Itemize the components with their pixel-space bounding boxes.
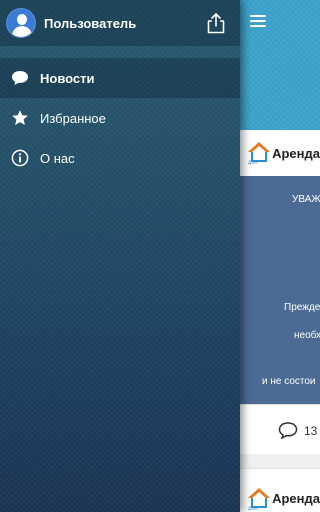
- news-card[interactable]: ДОМ Аренда УВАЖ Прежде необх и не состои…: [240, 130, 320, 454]
- share-icon[interactable]: [206, 12, 226, 34]
- avatar[interactable]: [6, 8, 36, 38]
- card-header: ДОМ Аренда: [240, 468, 320, 512]
- info-icon: [10, 148, 30, 168]
- menu-icon[interactable]: [248, 12, 268, 32]
- nav-item-about[interactable]: О нас: [0, 138, 240, 178]
- card-header: ДОМ Аренда: [240, 130, 320, 176]
- card-body: УВАЖ Прежде необх и не состои: [240, 176, 320, 404]
- card-text-line: Прежде: [284, 302, 320, 313]
- nav-item-label: Избранное: [40, 110, 106, 126]
- card-footer: 13: [240, 404, 320, 454]
- news-card[interactable]: ДОМ Аренда: [240, 468, 320, 512]
- drawer-header: Пользователь: [0, 0, 240, 46]
- comment-icon[interactable]: [278, 421, 298, 439]
- company-logo: ДОМ: [248, 140, 270, 166]
- card-title: Аренда: [272, 145, 320, 161]
- navigation-drawer: Пользователь Новости Избранное О нас: [0, 0, 240, 512]
- comment-count: 13: [304, 424, 318, 438]
- company-logo: ДОМ: [248, 486, 270, 512]
- nav-item-favorites[interactable]: Избранное: [0, 98, 240, 138]
- nav-item-label: О нас: [40, 150, 75, 166]
- card-text-line: необх: [294, 330, 320, 341]
- nav-item-news[interactable]: Новости: [0, 58, 240, 98]
- username: Пользователь: [44, 15, 137, 31]
- speech-bubble-icon: [10, 68, 30, 88]
- card-title: Аренда: [272, 491, 320, 506]
- drawer-nav: Новости Избранное О нас: [0, 46, 240, 178]
- card-text-line: УВАЖ: [292, 194, 320, 205]
- star-icon: [10, 108, 30, 128]
- nav-item-label: Новости: [40, 70, 95, 86]
- card-text-line: и не состои: [262, 376, 316, 387]
